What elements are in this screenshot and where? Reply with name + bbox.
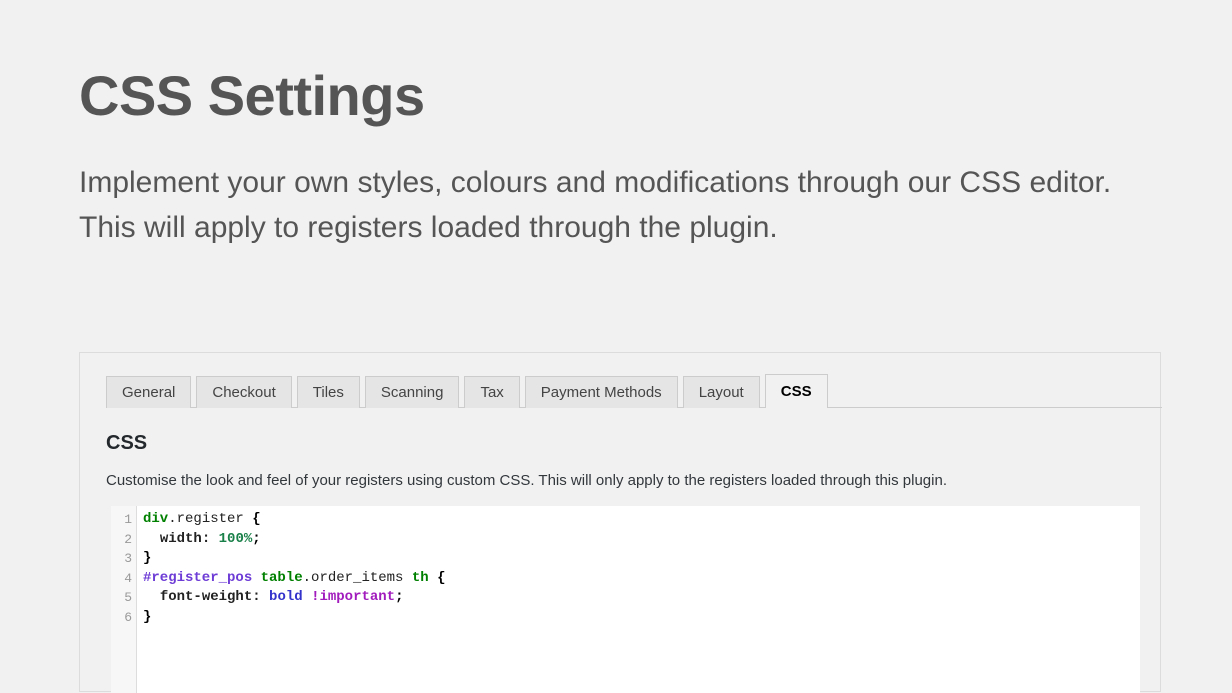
code-token: } (143, 608, 152, 625)
line-number: 6 (124, 609, 132, 625)
code-token: .register (168, 511, 244, 527)
page-title: CSS Settings (79, 64, 425, 127)
code-token: font-weight: (159, 589, 261, 606)
editor-code-area[interactable]: div.register { width: 100%;} #register_po… (137, 506, 1140, 693)
tab-label: Scanning (380, 384, 444, 401)
editor-line-number-gutter: 1 2 3 4 5 6 (111, 506, 137, 693)
code-token: table (260, 569, 303, 586)
code-token: 100% (218, 530, 253, 547)
tab-scanning[interactable]: Scanning (364, 376, 460, 408)
tab-general[interactable]: General (106, 376, 192, 408)
code-token: .order_items (302, 569, 404, 586)
css-code-editor[interactable]: 1 2 3 4 5 6 div.register { width: 100%;} #regi… (111, 506, 1140, 693)
tab-label: Layout (698, 384, 744, 401)
tab-tiles[interactable]: Tiles (296, 376, 360, 408)
code-line: div.register { (143, 510, 1140, 530)
code-token: div (143, 511, 169, 527)
code-token: } (143, 550, 152, 567)
tab-tax[interactable]: Tax (464, 376, 520, 408)
page-subtitle: Implement your own styles, colours and m… (79, 166, 1112, 244)
code-token: th (411, 569, 429, 586)
code-token: ; (252, 530, 261, 547)
section-description: Customise the look and feel of your regi… (106, 472, 947, 489)
code-token: !important (311, 589, 396, 606)
tab-css[interactable]: CSS (764, 374, 828, 409)
tab-checkout[interactable]: Checkout (196, 376, 292, 408)
tab-label: Tax (480, 384, 504, 401)
tab-label: Payment Methods (540, 384, 662, 401)
settings-panel: General Checkout Tiles Scanning Tax Payment M… (79, 352, 1162, 693)
tab-label: General (122, 384, 176, 401)
code-line: width: 100%; (143, 530, 1140, 550)
code-line: } (143, 608, 1140, 628)
code-token: ; (395, 589, 404, 606)
line-number: 2 (124, 531, 132, 547)
settings-tab-bar: General Checkout Tiles Scanning Tax Payment M… (106, 374, 1162, 409)
section-heading: CSS (106, 432, 148, 454)
line-number: 4 (124, 570, 132, 586)
code-token: width: (159, 530, 211, 547)
line-number: 3 (124, 551, 132, 567)
line-number: 5 (124, 590, 132, 606)
code-line: #register_pos table.order_items th { (143, 569, 1140, 589)
css-settings-page: CSS Settings Implement your own styles, … (0, 0, 1232, 693)
tab-label: Checkout (212, 384, 276, 401)
tab-payment-methods[interactable]: Payment Methods (524, 376, 678, 408)
line-number: 1 (124, 512, 132, 527)
code-token: { (437, 569, 446, 586)
tab-label: CSS (780, 383, 812, 400)
tab-label: Tiles (312, 384, 344, 401)
code-token: bold (269, 589, 303, 606)
code-line: font-weight: bold !important; (143, 588, 1140, 608)
code-line: } (143, 549, 1140, 569)
code-token: #register_pos (143, 569, 253, 586)
tab-layout[interactable]: Layout (682, 376, 760, 408)
code-token: { (252, 511, 261, 527)
